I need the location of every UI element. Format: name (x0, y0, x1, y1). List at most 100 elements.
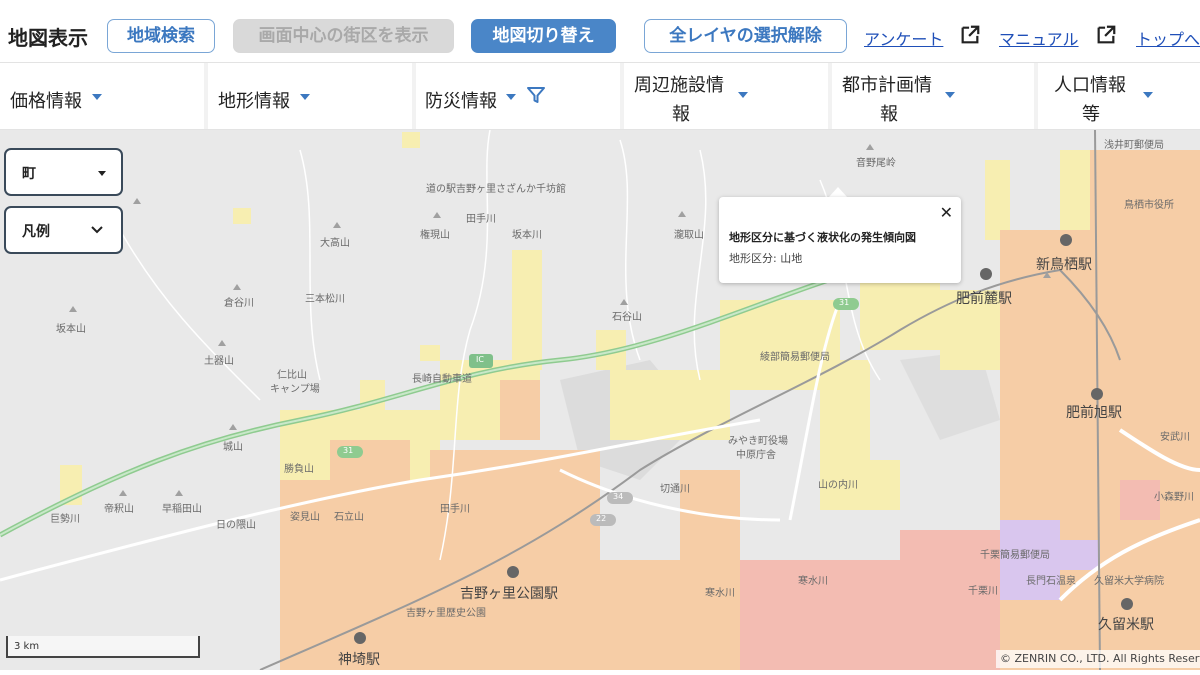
zone-orange-cell (430, 450, 600, 670)
map-label: キャンプ場 (270, 384, 320, 395)
external-link-icon[interactable] (1095, 24, 1117, 46)
map-label: 石立山 (334, 512, 364, 523)
map-canvas[interactable]: 道の駅吉野ヶ里さざんか千坊館 田手川 坂本川 瀧取山 権現山 大高山 三本松川 … (0, 130, 1200, 670)
menu-price-info[interactable]: 価格情報 (0, 63, 204, 129)
page-title: 地図表示 (8, 26, 88, 50)
caret-down-icon (98, 171, 106, 176)
map-label: 早稲田山 (162, 504, 202, 515)
zone-orange-cell (330, 440, 410, 480)
menu-urban-planning[interactable]: 都市計画情 報 (832, 63, 1034, 129)
menu-price-label: 価格情報 (10, 91, 82, 112)
filter-icon (527, 87, 545, 103)
map-label: 権現山 (420, 230, 450, 241)
bottom-strip (0, 670, 1200, 675)
map-copyright: © ZENRIN CO., LTD. All Rights Reserved. (996, 650, 1200, 668)
layer-menu-bar: 価格情報 地形情報 防災情報 周辺施設情 報 都市計画情 報 人口情報 等 (0, 62, 1200, 130)
train-icon (1060, 234, 1072, 246)
map-label: 姿見山 (290, 512, 320, 523)
map-label: みやき町役場 (728, 436, 788, 447)
map-label: 寒水川 (798, 576, 828, 587)
dropdown-caret-icon (738, 92, 748, 98)
map-label: 倉谷川 (224, 298, 254, 309)
dropdown-caret-icon (92, 94, 102, 100)
menu-population-info[interactable]: 人口情報 等 (1038, 63, 1200, 129)
map-label: 土器山 (204, 356, 234, 367)
scale-label: 3 km (14, 641, 40, 652)
map-label: 山の内川 (818, 480, 858, 491)
manual-link[interactable]: マニュアル (999, 26, 1079, 50)
route-number: 31 (839, 298, 850, 307)
map-label: IC (476, 355, 484, 364)
dropdown-caret-icon (945, 92, 955, 98)
station-label: 新鳥栖駅 (1036, 257, 1092, 273)
scale-bar: 3 km (6, 636, 200, 658)
train-icon (980, 268, 992, 280)
chevron-down-icon (91, 226, 103, 234)
popup-title: 地形区分に基づく液状化の発生傾向図 (729, 231, 916, 244)
map-switch-button[interactable]: 地図切り替え (471, 19, 616, 53)
external-link-icon[interactable] (959, 24, 981, 46)
dropdown-caret-icon (300, 94, 310, 100)
feature-info-popup: ✕ 地形区分に基づく液状化の発生傾向図 地形区分: 山地 (719, 197, 961, 283)
zone-yellow-cell (233, 208, 251, 224)
menu-facilities-label-2: 報 (672, 104, 690, 125)
zone-yellow-cell (402, 132, 420, 148)
town-select-dropdown[interactable]: 町 (4, 148, 123, 196)
dropdown-caret-icon (506, 94, 516, 100)
map-label: 大高山 (320, 238, 350, 249)
deselect-all-layers-button[interactable]: 全レイヤの選択解除 (644, 19, 847, 53)
survey-link[interactable]: アンケート (864, 26, 943, 50)
station-label: 吉野ヶ里公園駅 (460, 586, 558, 602)
station-label: 肥前麓駅 (956, 291, 1012, 307)
train-icon (1121, 598, 1133, 610)
menu-disaster-label: 防災情報 (425, 91, 497, 112)
zone-yellow-cell (512, 250, 542, 370)
menu-facilities-label-1: 周辺施設情 (634, 75, 724, 96)
zone-yellow-cell (860, 460, 900, 510)
menu-urban-label-1: 都市計画情 (842, 75, 932, 96)
menu-population-label-1: 人口情報 (1054, 75, 1126, 96)
map-label: 切通川 (660, 484, 690, 495)
map-label: 小森野川 (1154, 492, 1194, 503)
map-label: 千栗川 (968, 586, 998, 597)
train-icon (354, 632, 366, 644)
station-label: 神埼駅 (338, 652, 380, 668)
menu-terrain-label: 地形情報 (218, 91, 290, 112)
map-label: 長門石温泉 (1026, 576, 1076, 587)
zone-orange-cell (1090, 150, 1200, 240)
show-center-block-button[interactable]: 画面中心の街区を表示 (233, 19, 454, 53)
map-label: 久留米大学病院 (1094, 576, 1164, 587)
close-icon[interactable]: ✕ (940, 203, 953, 222)
zone-yellow-cell (420, 345, 440, 361)
map-label: 寒水川 (705, 588, 735, 599)
route-number: 22 (596, 514, 607, 523)
town-select-label: 町 (22, 166, 36, 182)
legend-label: 凡例 (22, 224, 50, 240)
map-label: 鳥栖市役所 (1124, 200, 1174, 211)
map-label: 勝負山 (284, 464, 314, 475)
map-label: 田手川 (466, 214, 496, 225)
menu-terrain-info[interactable]: 地形情報 (208, 63, 412, 129)
station-label: 久留米駅 (1098, 617, 1154, 633)
zone-orange-cell (600, 560, 680, 670)
map-label: 田手川 (440, 504, 470, 515)
map-label: 坂本山 (56, 324, 86, 335)
zone-orange-cell (500, 380, 540, 440)
menu-population-label-2: 等 (1082, 104, 1100, 125)
map-label: 綾部簡易郵便局 (760, 352, 830, 363)
route-number: 34 (613, 492, 624, 501)
top-toolbar: 地図表示 地域検索 画面中心の街区を表示 地図切り替え 全レイヤの選択解除 アン… (0, 0, 1200, 62)
area-search-button[interactable]: 地域検索 (107, 19, 215, 53)
map-label: 浅井町郵便局 (1104, 140, 1164, 151)
top-link[interactable]: トップへ (1136, 26, 1200, 50)
map-graphics (0, 130, 1200, 670)
map-label: 長崎自動車道 (412, 374, 472, 385)
map-label: 石谷山 (612, 312, 642, 323)
menu-nearby-facilities[interactable]: 周辺施設情 報 (624, 63, 828, 129)
legend-toggle[interactable]: 凡例 (4, 206, 123, 254)
map-label: 音野尾岭 (856, 158, 896, 169)
menu-disaster-info[interactable]: 防災情報 (416, 63, 620, 129)
map-label: 巨勢川 (50, 514, 80, 525)
zone-pink-cell (740, 560, 1000, 670)
map-label: 帝釈山 (104, 504, 134, 515)
